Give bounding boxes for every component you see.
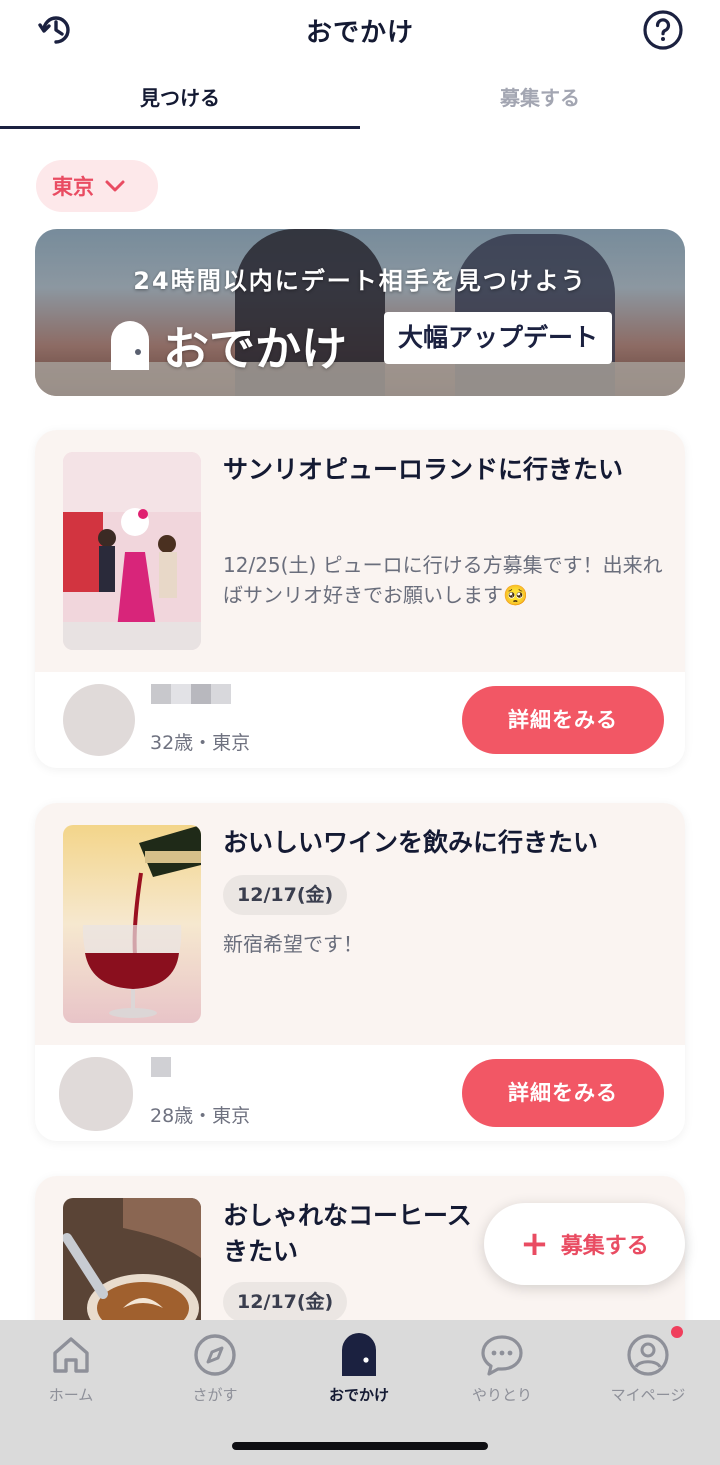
view-details-button[interactable]: 詳細をみる (462, 686, 664, 754)
avatar (59, 1057, 133, 1131)
home-indicator (232, 1442, 488, 1450)
door-logo-icon (111, 321, 149, 370)
avatar (63, 684, 135, 756)
create-recruit-fab[interactable]: + 募集する (484, 1203, 685, 1285)
tab-find[interactable]: 見つける (0, 70, 360, 130)
blurred-username (151, 684, 231, 704)
blurred-username (151, 1057, 171, 1077)
banner-subtitle: 24時間以内にデート相手を見つけよう (133, 267, 587, 295)
user-age-location: 28歳・東京 (150, 1105, 251, 1127)
post-card[interactable]: おいしいワインを飲みに行きたい 12/17(金) 新宿希望です！ 28歳・東京 … (35, 803, 685, 1141)
chat-bubble-icon (442, 1332, 562, 1378)
fab-label: 募集する (560, 1234, 649, 1259)
chevron-down-icon (104, 179, 126, 193)
post-image (63, 452, 201, 650)
date-badge: 12/17(金) (223, 1282, 348, 1322)
nav-label: ホーム (48, 1386, 94, 1404)
user-circle-icon (588, 1332, 708, 1378)
app-header: おでかけ (0, 0, 720, 62)
banner-logo: おでかけ (107, 313, 347, 379)
plus-icon: + (520, 1224, 549, 1264)
post-description: 12/25(土) ピューロに行ける方募集です！出来ればサンリオ好きでお願いします… (223, 553, 663, 607)
region-filter-chip[interactable]: 東京 (36, 160, 158, 212)
help-question-icon[interactable] (641, 8, 685, 52)
nav-home[interactable]: ホーム (11, 1332, 131, 1412)
region-label: 東京 (52, 175, 94, 199)
view-details-button[interactable]: 詳細をみる (462, 1059, 664, 1127)
nav-mypage[interactable]: マイページ (588, 1332, 708, 1412)
nav-label: やりとり (471, 1386, 532, 1404)
notification-badge (671, 1326, 683, 1338)
tab-recruit[interactable]: 募集する (360, 70, 720, 130)
active-tab-indicator (0, 126, 360, 129)
nav-label: さがす (192, 1386, 238, 1404)
nav-search[interactable]: さがす (155, 1332, 275, 1412)
banner-badge: 大幅アップデート (384, 312, 613, 364)
banner-logo-text: おでかけ (163, 322, 347, 376)
user-age-location: 32歳・東京 (150, 732, 251, 754)
post-image (63, 825, 201, 1023)
nav-label: マイページ (610, 1386, 686, 1404)
page-title: おでかけ (305, 18, 414, 48)
door-icon (299, 1332, 419, 1378)
home-icon (11, 1332, 131, 1378)
post-description: 新宿希望です！ (223, 932, 363, 956)
post-title: おいしいワインを飲みに行きたい (223, 828, 599, 857)
nav-label: おでかけ (328, 1386, 389, 1404)
post-title: サンリオピューロランドに行きたい (223, 455, 624, 484)
nav-odekake[interactable]: おでかけ (299, 1332, 419, 1412)
post-card[interactable]: サンリオピューロランドに行きたい 12/25(土) ピューロに行ける方募集です！… (35, 430, 685, 768)
promo-banner[interactable]: 24時間以内にデート相手を見つけよう おでかけ 大幅アップデート (35, 229, 685, 396)
nav-messages[interactable]: やりとり (442, 1332, 562, 1412)
compass-icon (155, 1332, 275, 1378)
tab-bar: 見つける 募集する (0, 70, 720, 132)
date-badge: 12/17(金) (223, 875, 348, 915)
